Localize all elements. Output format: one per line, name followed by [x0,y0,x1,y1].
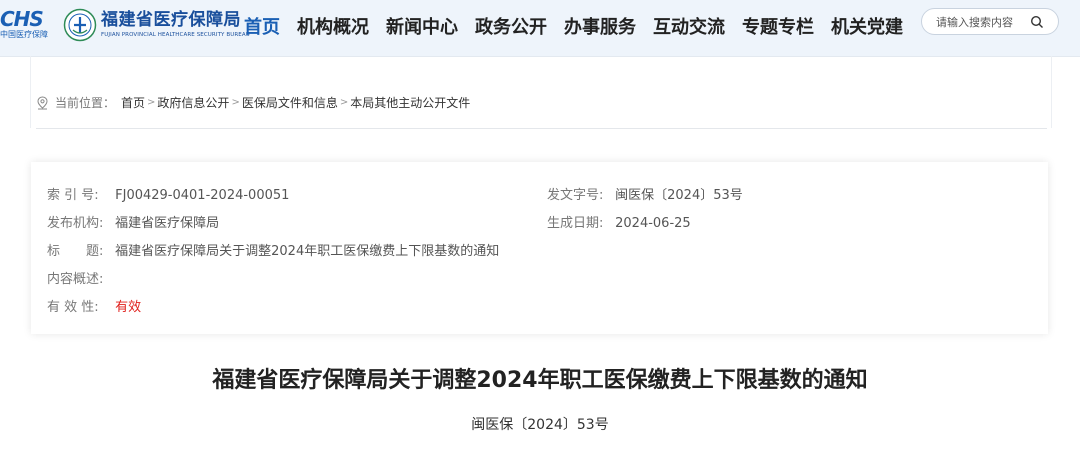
meta-date-value: 2024-06-25 [615,216,691,231]
meta-doc-number-value: 闽医保〔2024〕53号 [615,188,743,203]
location-icon [37,95,48,109]
meta-title-value: 福建省医疗保障局关于调整2024年职工医保缴费上下限基数的通知 [115,244,500,259]
document-meta-card: 索 引 号: FJ00429-0401-2024-00051 发文字号: 闽医保… [31,162,1048,334]
nav-item-party-building[interactable]: 机关党建 [831,15,903,41]
meta-summary-label: 内容概述: [47,272,104,287]
meta-index-value: FJ00429-0401-2024-00051 [115,188,290,203]
meta-date-label: 生成日期: [547,216,604,231]
breadcrumb-separator: > [231,97,240,108]
meta-publisher: 发布机构: 福建省医疗保障局 [47,212,219,231]
nav-item-about[interactable]: 机构概况 [297,15,369,41]
meta-publisher-label: 发布机构: [47,216,104,231]
meta-validity-label: 有 效 性: [47,300,99,315]
bureau-emblem-icon [63,8,97,42]
breadcrumb: 当前位置： 首页 > 政府信息公开 > 医保局文件和信息 > 本局其他主动公开文… [36,94,470,111]
meta-title: 标 题: 福建省医疗保障局关于调整2024年职工医保缴费上下限基数的通知 [47,240,499,259]
meta-doc-number: 发文字号: 闽医保〔2024〕53号 [547,184,743,203]
breadcrumb-other-files[interactable]: 本局其他主动公开文件 [350,94,470,111]
breadcrumb-label: 当前位置： [55,96,116,110]
search-input[interactable]: 请输入搜索内容 [936,14,1013,30]
search-box[interactable]: 请输入搜索内容 [921,8,1059,35]
main-nav: 首页 机构概况 新闻中心 政务公开 办事服务 互动交流 专题专栏 机关党建 [244,15,920,41]
brand-english-name: FUJIAN PROVINCIAL HEALTHCARE SECURITY BU… [101,32,250,38]
breadcrumb-separator: > [339,97,349,108]
meta-title-label: 标 题: [47,244,104,259]
breadcrumb-separator: > [147,97,156,108]
nav-item-interaction[interactable]: 互动交流 [653,15,725,41]
search-icon[interactable] [1030,15,1044,29]
document-title: 福建省医疗保障局关于调整2024年职工医保缴费上下限基数的通知 [212,368,868,393]
breadcrumb-home[interactable]: 首页 [121,94,145,111]
nav-item-services[interactable]: 办事服务 [564,15,636,41]
chs-logo-subtext: 中国医疗保障 [0,30,48,39]
nav-item-government-affairs[interactable]: 政务公开 [475,15,547,41]
document-number: 闽医保〔2024〕53号 [471,417,609,433]
site-header: CHS 中国医疗保障 福建省医疗保障局 FUJIAN PROVINCIAL HE… [0,0,1080,57]
breadcrumb-area: 当前位置： 首页 > 政府信息公开 > 医保局文件和信息 > 本局其他主动公开文… [30,56,1052,128]
meta-summary: 内容概述: [47,268,111,287]
meta-validity-value: 有效 [115,300,142,315]
chs-logo[interactable]: CHS 中国医疗保障 [0,8,56,48]
nav-item-news[interactable]: 新闻中心 [386,15,458,41]
brand-name: 福建省医疗保障局 [101,10,241,30]
breadcrumb-divider [36,128,1047,129]
meta-index-label: 索 引 号: [47,188,99,203]
breadcrumb-gov-info[interactable]: 政府信息公开 [157,94,229,111]
meta-doc-number-label: 发文字号: [547,188,604,203]
nav-item-topics[interactable]: 专题专栏 [742,15,814,41]
meta-publisher-value: 福建省医疗保障局 [115,216,220,231]
brand[interactable]: 福建省医疗保障局 FUJIAN PROVINCIAL HEALTHCARE SE… [101,9,250,39]
breadcrumb-bureau-files[interactable]: 医保局文件和信息 [242,94,338,111]
meta-date: 生成日期: 2024-06-25 [547,212,691,231]
chs-logo-text: CHS [0,7,44,31]
meta-index: 索 引 号: FJ00429-0401-2024-00051 [47,184,289,203]
nav-item-home[interactable]: 首页 [244,15,280,41]
meta-validity: 有 效 性: 有效 [47,296,141,315]
